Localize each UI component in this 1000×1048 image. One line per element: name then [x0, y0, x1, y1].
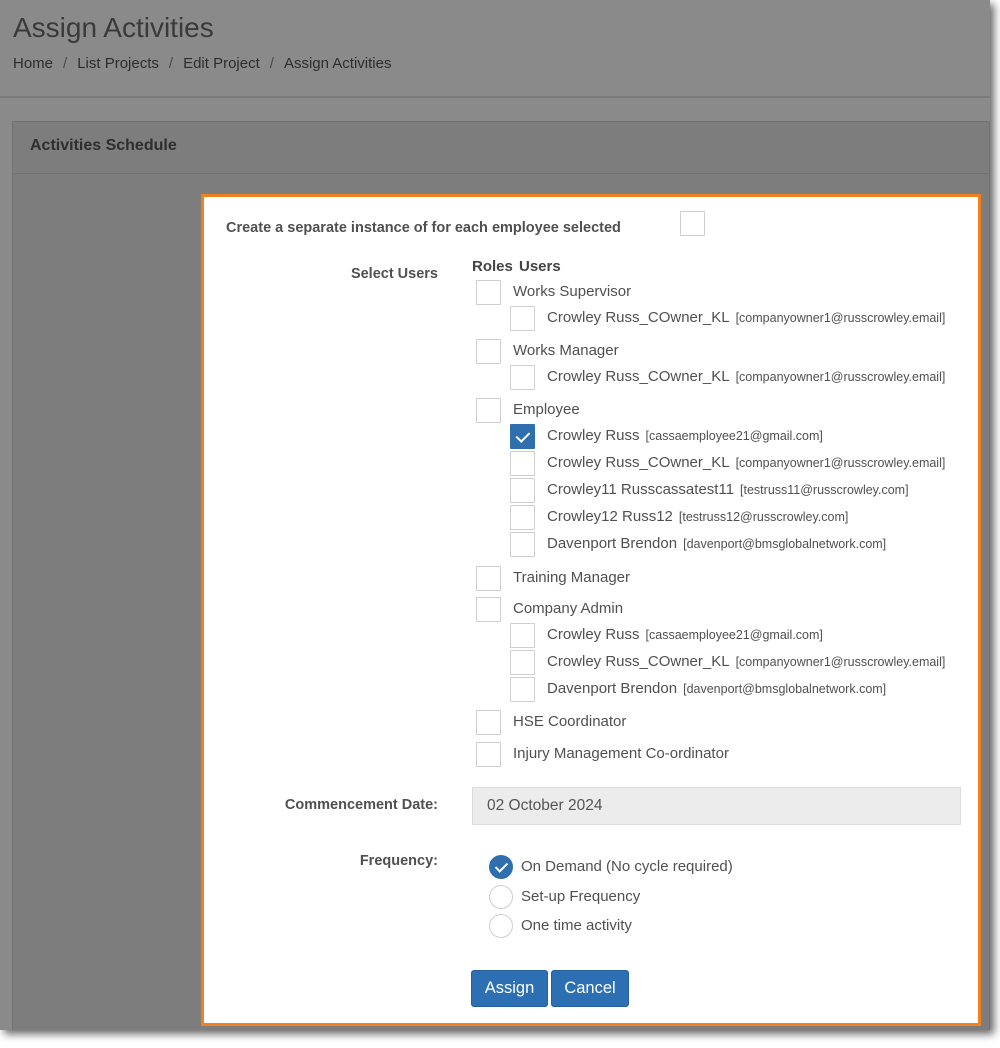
user-email: [companyowner1@russcrowley.email] — [735, 655, 946, 669]
breadcrumb-separator: / — [63, 55, 68, 72]
user-name: Crowley Russ — [547, 626, 640, 643]
frequency-radio-one-time[interactable] — [489, 914, 513, 938]
user-email: [testruss11@russcrowley.com] — [740, 483, 909, 497]
user-name: Crowley12 Russ12 — [547, 508, 673, 525]
user-name: Crowley Russ_COwner_KL — [547, 653, 730, 670]
user-row: Crowley Russ [cassaemployee21@gmail.com] — [547, 626, 823, 643]
user-row: Davenport Brendon [davenport@bmsglobalnet… — [547, 535, 886, 552]
role-label-hse-coordinator: HSE Coordinator — [513, 713, 627, 730]
role-label-company-admin: Company Admin — [513, 600, 624, 617]
user-row: Crowley12 Russ12 [testruss12@russcrowley.… — [547, 508, 848, 525]
frequency-label: Frequency: — [359, 853, 438, 869]
role-checkbox-works-manager[interactable] — [476, 339, 501, 364]
frequency-option-label: On Demand (No cycle required) — [521, 858, 733, 875]
user-email: [companyowner1@russcrowley.email] — [735, 456, 946, 470]
user-name: Crowley Russ_COwner_KL — [547, 454, 730, 471]
role-label-training-manager: Training Manager — [513, 569, 631, 586]
user-row: Crowley11 Russcassatest11 [testruss11@rus… — [547, 481, 909, 498]
role-label-works-manager: Works Manager — [513, 342, 619, 359]
commencement-date-label: Commencement Date: — [284, 797, 438, 813]
commencement-date-input[interactable]: 02 October 2024 — [472, 787, 961, 825]
user-name: Davenport Brendon — [547, 680, 678, 697]
user-email: [companyowner1@russcrowley.email] — [735, 311, 946, 325]
user-name: Crowley Russ — [547, 427, 640, 444]
user-checkbox[interactable] — [510, 623, 535, 648]
user-checkbox[interactable] — [510, 451, 535, 476]
user-email: [davenport@bmsglobalnetwork.com] — [683, 537, 887, 551]
role-checkbox-works-supervisor[interactable] — [476, 280, 501, 305]
role-checkbox-training-manager[interactable] — [476, 566, 501, 591]
breadcrumb-separator: / — [269, 55, 274, 72]
separate-instance-label: Create a separate instance of for each e… — [226, 220, 621, 236]
user-email: [testruss12@russcrowley.com] — [678, 510, 849, 524]
user-name: Davenport Brendon — [547, 535, 678, 552]
role-label-injury-management: Injury Management Co-ordinator — [513, 745, 729, 762]
user-checkbox[interactable] — [510, 650, 535, 675]
frequency-option-label: One time activity — [521, 917, 632, 934]
breadcrumb-current: Assign Activities — [283, 55, 392, 72]
user-row: Crowley Russ_COwner_KL [companyowner1@rus… — [547, 309, 945, 326]
separate-instance-checkbox[interactable] — [680, 211, 705, 236]
user-checkbox-checked[interactable] — [510, 424, 535, 449]
breadcrumb-list-projects[interactable]: List Projects — [77, 55, 159, 72]
user-checkbox[interactable] — [510, 478, 535, 503]
header-divider — [0, 96, 990, 98]
cancel-button[interactable]: Cancel — [551, 970, 629, 1007]
user-row: Crowley Russ [cassaemployee21@gmail.com] — [547, 427, 823, 444]
user-email: [cassaemployee21@gmail.com] — [645, 628, 823, 642]
roles-header: Roles — [472, 258, 513, 275]
role-label-employee: Employee — [513, 401, 580, 418]
user-email: [companyowner1@russcrowley.email] — [735, 370, 946, 384]
page-title: Assign Activities — [13, 12, 214, 43]
frequency-radio-on-demand[interactable] — [489, 855, 513, 879]
role-checkbox-injury-management[interactable] — [476, 742, 501, 767]
frequency-radio-setup[interactable] — [489, 885, 513, 909]
user-checkbox[interactable] — [510, 306, 535, 331]
user-row: Crowley Russ_COwner_KL [companyowner1@rus… — [547, 653, 945, 670]
breadcrumb-edit-project[interactable]: Edit Project — [183, 55, 260, 72]
assign-button[interactable]: Assign — [471, 970, 548, 1007]
frequency-option-label: Set-up Frequency — [521, 888, 641, 905]
role-checkbox-company-admin[interactable] — [476, 597, 501, 622]
assign-dialog: Create a separate instance of for each e… — [201, 194, 981, 1026]
user-checkbox[interactable] — [510, 677, 535, 702]
breadcrumb: Home / List Projects / Edit Project / As… — [13, 55, 391, 72]
select-users-label: Select Users — [350, 266, 438, 282]
user-name: Crowley Russ_COwner_KL — [547, 368, 730, 385]
user-row: Crowley Russ_COwner_KL [companyowner1@rus… — [547, 368, 945, 385]
users-header: Users — [519, 258, 561, 275]
breadcrumb-home[interactable]: Home — [13, 55, 53, 72]
user-checkbox[interactable] — [510, 505, 535, 530]
user-row: Crowley Russ_COwner_KL [companyowner1@rus… — [547, 454, 945, 471]
user-email: [cassaemployee21@gmail.com] — [645, 429, 823, 443]
user-checkbox[interactable] — [510, 532, 535, 557]
role-label-works-supervisor: Works Supervisor — [513, 283, 632, 300]
role-checkbox-employee[interactable] — [476, 398, 501, 423]
user-email: [davenport@bmsglobalnetwork.com] — [683, 682, 887, 696]
panel-heading: Activities Schedule — [13, 122, 989, 174]
user-name: Crowley Russ_COwner_KL — [547, 309, 730, 326]
role-checkbox-hse-coordinator[interactable] — [476, 710, 501, 735]
user-row: Davenport Brendon [davenport@bmsglobalnet… — [547, 680, 886, 697]
user-checkbox[interactable] — [510, 365, 535, 390]
breadcrumb-separator: / — [168, 55, 174, 72]
user-name: Crowley11 Russcassatest11 — [547, 481, 735, 498]
